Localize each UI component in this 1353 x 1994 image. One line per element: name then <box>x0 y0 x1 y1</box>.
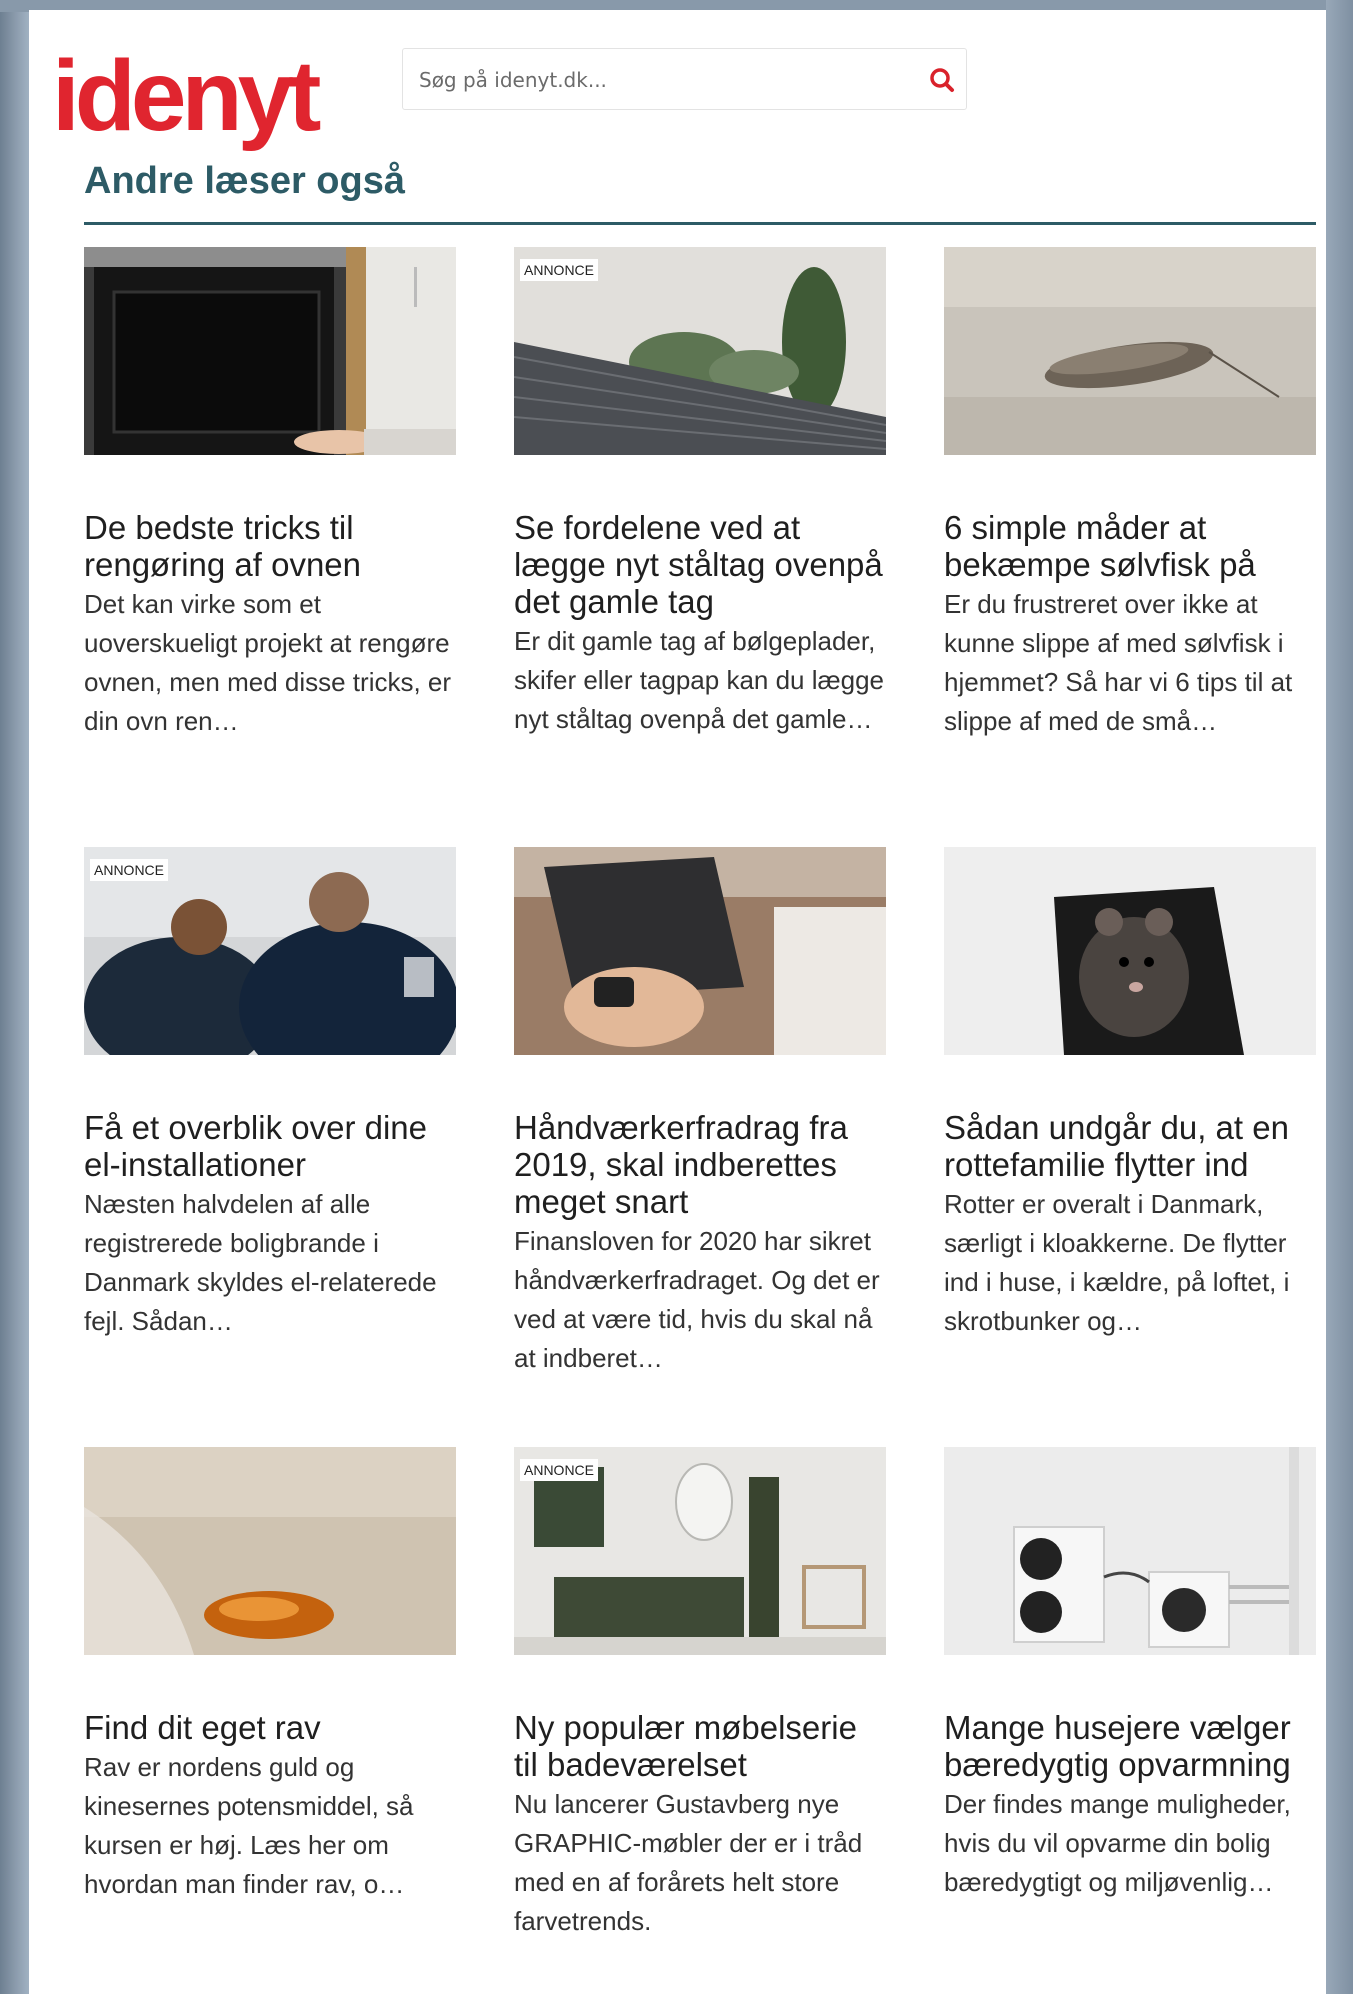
article-thumbnail-amber[interactable] <box>84 1447 456 1655</box>
article-description: Næsten halvdelen af alle registrerede bo… <box>84 1189 437 1336</box>
article-card-rats[interactable]: Sådan undgår du, at en rottefamilie flyt… <box>944 847 1316 1336</box>
section-divider <box>84 222 1316 225</box>
article-card-heating[interactable]: Mange husejere vælger bæredygtig opvarmn… <box>944 1447 1316 1897</box>
article-card-electric[interactable]: ANNONCE Få et overblik over dine el-inst… <box>84 847 456 1336</box>
article-title[interactable]: Sådan undgår du, at en rottefamilie flyt… <box>944 1109 1316 1183</box>
article-thumbnail-oven[interactable] <box>84 247 456 455</box>
article-card-oven[interactable]: De bedste tricks til rengøring af ovnen … <box>84 247 456 736</box>
article-thumbnail-furniture[interactable]: ANNONCE <box>514 1447 886 1655</box>
article-description: Er dit gamle tag af bølgeplader, skifer … <box>514 626 885 734</box>
article-title[interactable]: Se fordelene ved at lægge nyt ståltag ov… <box>514 509 886 620</box>
article-card-amber[interactable]: Find dit eget rav Rav er nordens guld og… <box>84 1447 456 1899</box>
article-description: Der findes mange muligheder, hvis du vil… <box>944 1789 1291 1897</box>
article-thumbnail-heating[interactable] <box>944 1447 1316 1655</box>
article-description: Finansloven for 2020 har sikret håndværk… <box>514 1226 880 1373</box>
section-title: Andre læser også <box>84 160 405 202</box>
search-button[interactable] <box>923 61 961 99</box>
article-card-furniture[interactable]: ANNONCE Ny populær møbelserie til badevæ… <box>514 1447 886 1936</box>
ad-badge: ANNONCE <box>520 1459 599 1481</box>
ad-badge: ANNONCE <box>90 859 169 881</box>
search-input[interactable] <box>417 63 901 97</box>
article-title[interactable]: Få et overblik over dine el-installation… <box>84 1109 456 1183</box>
article-title[interactable]: Håndværkerfradrag fra 2019, skal indbere… <box>514 1109 886 1220</box>
article-title[interactable]: Ny populær møbelserie til badeværelset <box>514 1709 886 1783</box>
article-thumbnail-tax[interactable] <box>514 847 886 1055</box>
search-icon <box>930 68 954 92</box>
article-card-steel-roof[interactable]: ANNONCE Se fordelene ved at lægge nyt st… <box>514 247 886 734</box>
article-description: Nu lancerer Gustavberg nye GRAPHIC-møble… <box>514 1789 863 1936</box>
ad-badge: ANNONCE <box>520 259 599 281</box>
article-description: Er du frustreret over ikke at kunne slip… <box>944 589 1293 736</box>
article-thumbnail-steel-roof[interactable]: ANNONCE <box>514 247 886 455</box>
article-description: Rav er nordens guld og kinesernes potens… <box>84 1752 414 1899</box>
article-title[interactable]: 6 simple måder at bekæmpe sølvfisk på <box>944 509 1316 583</box>
site-logo[interactable]: idenyt <box>52 46 321 146</box>
article-card-silverfish[interactable]: 6 simple måder at bekæmpe sølvfisk på Er… <box>944 247 1316 736</box>
article-title[interactable]: De bedste tricks til rengøring af ovnen <box>84 509 456 583</box>
article-description: Det kan virke som et uoverskueligt proje… <box>84 589 452 736</box>
background-right <box>1326 0 1353 1994</box>
article-thumbnail-electric[interactable]: ANNONCE <box>84 847 456 1055</box>
article-description: Rotter er overalt i Danmark, særligt i k… <box>944 1189 1290 1336</box>
article-title[interactable]: Find dit eget rav <box>84 1709 456 1746</box>
search-box[interactable] <box>402 48 967 110</box>
article-title[interactable]: Mange husejere vælger bæredygtig opvarmn… <box>944 1709 1316 1783</box>
article-thumbnail-silverfish[interactable] <box>944 247 1316 455</box>
article-thumbnail-rats[interactable] <box>944 847 1316 1055</box>
article-card-tax[interactable]: Håndværkerfradrag fra 2019, skal indbere… <box>514 847 886 1373</box>
